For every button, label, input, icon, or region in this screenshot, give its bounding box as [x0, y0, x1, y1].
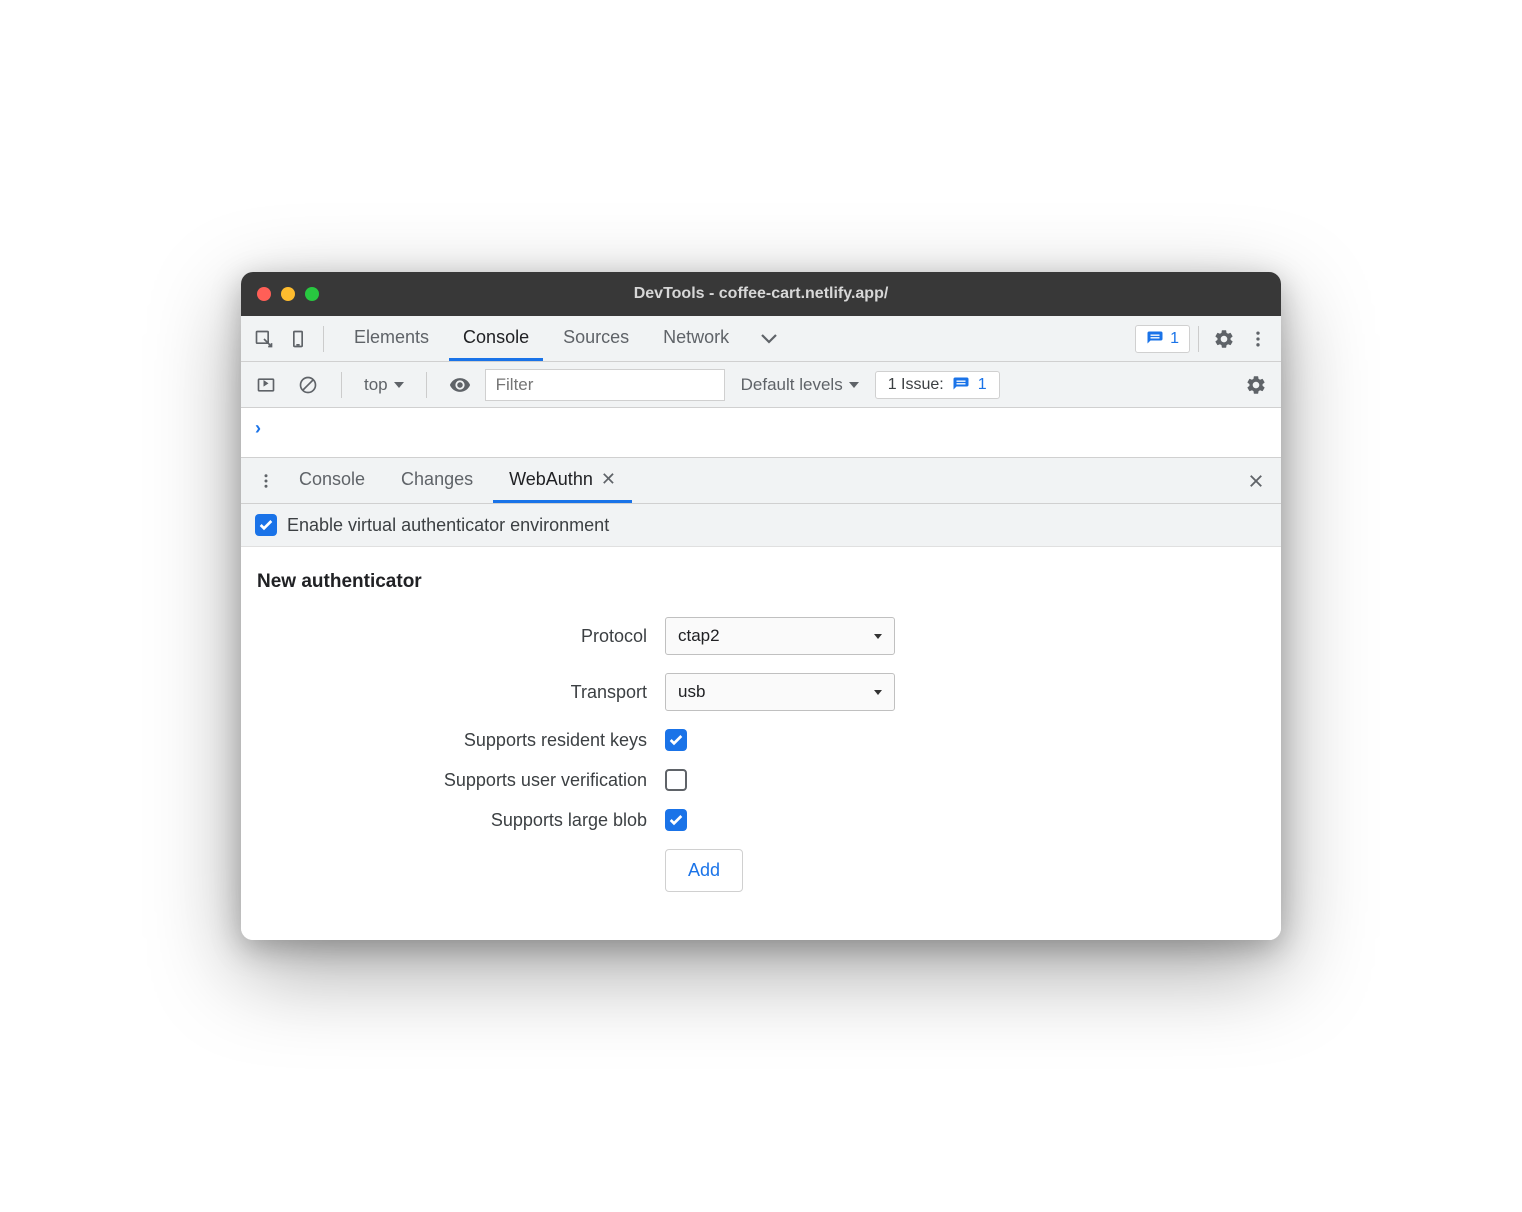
- drawer-tab-webauthn[interactable]: WebAuthn ✕: [493, 458, 632, 503]
- issues-label: 1 Issue:: [888, 376, 944, 394]
- protocol-select[interactable]: ctap2: [665, 617, 895, 655]
- close-drawer-icon[interactable]: [1239, 464, 1273, 498]
- resident-keys-checkbox[interactable]: [665, 729, 687, 751]
- minimize-window-button[interactable]: [281, 287, 295, 301]
- console-prompt-icon: ›: [255, 418, 261, 438]
- errors-badge[interactable]: 1: [1135, 325, 1190, 353]
- tab-sources[interactable]: Sources: [549, 316, 643, 361]
- device-toggle-icon[interactable]: [281, 322, 315, 356]
- section-title: New authenticator: [257, 571, 1265, 593]
- chevron-down-icon: [874, 634, 882, 639]
- separator: [323, 326, 324, 352]
- separator: [1198, 326, 1199, 352]
- settings-icon[interactable]: [1207, 322, 1241, 356]
- chevron-down-icon: [874, 690, 882, 695]
- protocol-value: ctap2: [678, 626, 720, 646]
- log-levels-selector[interactable]: Default levels: [733, 375, 867, 395]
- large-blob-row: Supports large blob: [257, 809, 1265, 831]
- tabs-overflow-icon[interactable]: [749, 316, 789, 361]
- enable-checkbox[interactable]: [255, 514, 277, 536]
- devtools-window: DevTools - coffee-cart.netlify.app/ Elem…: [241, 272, 1281, 940]
- toggle-sidebar-icon[interactable]: [249, 368, 283, 402]
- protocol-label: Protocol: [257, 626, 647, 647]
- main-toolbar: Elements Console Sources Network 1: [241, 316, 1281, 362]
- tab-console[interactable]: Console: [449, 316, 543, 361]
- add-row: Add: [257, 849, 1265, 892]
- drawer-more-icon[interactable]: [249, 464, 283, 498]
- separator: [426, 372, 427, 398]
- context-label: top: [364, 375, 388, 395]
- large-blob-label: Supports large blob: [257, 810, 647, 831]
- separator: [341, 372, 342, 398]
- window-title: DevTools - coffee-cart.netlify.app/: [241, 285, 1281, 303]
- new-authenticator-form: New authenticator Protocol ctap2 Transpo…: [241, 547, 1281, 940]
- add-button[interactable]: Add: [665, 849, 743, 892]
- transport-row: Transport usb: [257, 673, 1265, 711]
- console-toolbar: top Default levels 1 Issue: 1: [241, 362, 1281, 408]
- errors-count: 1: [1170, 330, 1179, 348]
- enable-authenticator-row: Enable virtual authenticator environment: [241, 504, 1281, 547]
- drawer-toolbar: Console Changes WebAuthn ✕: [241, 458, 1281, 504]
- tab-network[interactable]: Network: [649, 316, 743, 361]
- user-verification-checkbox[interactable]: [665, 769, 687, 791]
- resident-keys-row: Supports resident keys: [257, 729, 1265, 751]
- enable-label: Enable virtual authenticator environment: [287, 515, 609, 536]
- drawer-tab-changes[interactable]: Changes: [385, 458, 489, 503]
- clear-console-icon[interactable]: [291, 368, 325, 402]
- protocol-row: Protocol ctap2: [257, 617, 1265, 655]
- inspect-element-icon[interactable]: [247, 322, 281, 356]
- main-tabs: Elements Console Sources Network: [340, 316, 789, 361]
- console-settings-icon[interactable]: [1239, 368, 1273, 402]
- close-tab-icon[interactable]: ✕: [601, 469, 616, 490]
- more-menu-icon[interactable]: [1241, 322, 1275, 356]
- issues-count: 1: [978, 376, 987, 394]
- issues-button[interactable]: 1 Issue: 1: [875, 371, 1000, 399]
- maximize-window-button[interactable]: [305, 287, 319, 301]
- levels-label: Default levels: [741, 375, 843, 395]
- large-blob-checkbox[interactable]: [665, 809, 687, 831]
- transport-label: Transport: [257, 682, 647, 703]
- chevron-down-icon: [394, 382, 404, 388]
- live-expression-icon[interactable]: [443, 368, 477, 402]
- drawer-tab-console[interactable]: Console: [283, 458, 381, 503]
- filter-input[interactable]: [485, 369, 725, 401]
- drawer-tabs: Console Changes WebAuthn ✕: [283, 458, 632, 503]
- console-body[interactable]: ›: [241, 408, 1281, 458]
- drawer-tab-label: WebAuthn: [509, 469, 593, 490]
- context-selector[interactable]: top: [358, 375, 410, 395]
- user-verification-row: Supports user verification: [257, 769, 1265, 791]
- user-verification-label: Supports user verification: [257, 770, 647, 791]
- window-controls: [257, 287, 319, 301]
- close-window-button[interactable]: [257, 287, 271, 301]
- transport-value: usb: [678, 682, 705, 702]
- titlebar: DevTools - coffee-cart.netlify.app/: [241, 272, 1281, 316]
- transport-select[interactable]: usb: [665, 673, 895, 711]
- chevron-down-icon: [849, 382, 859, 388]
- tab-elements[interactable]: Elements: [340, 316, 443, 361]
- resident-keys-label: Supports resident keys: [257, 730, 647, 751]
